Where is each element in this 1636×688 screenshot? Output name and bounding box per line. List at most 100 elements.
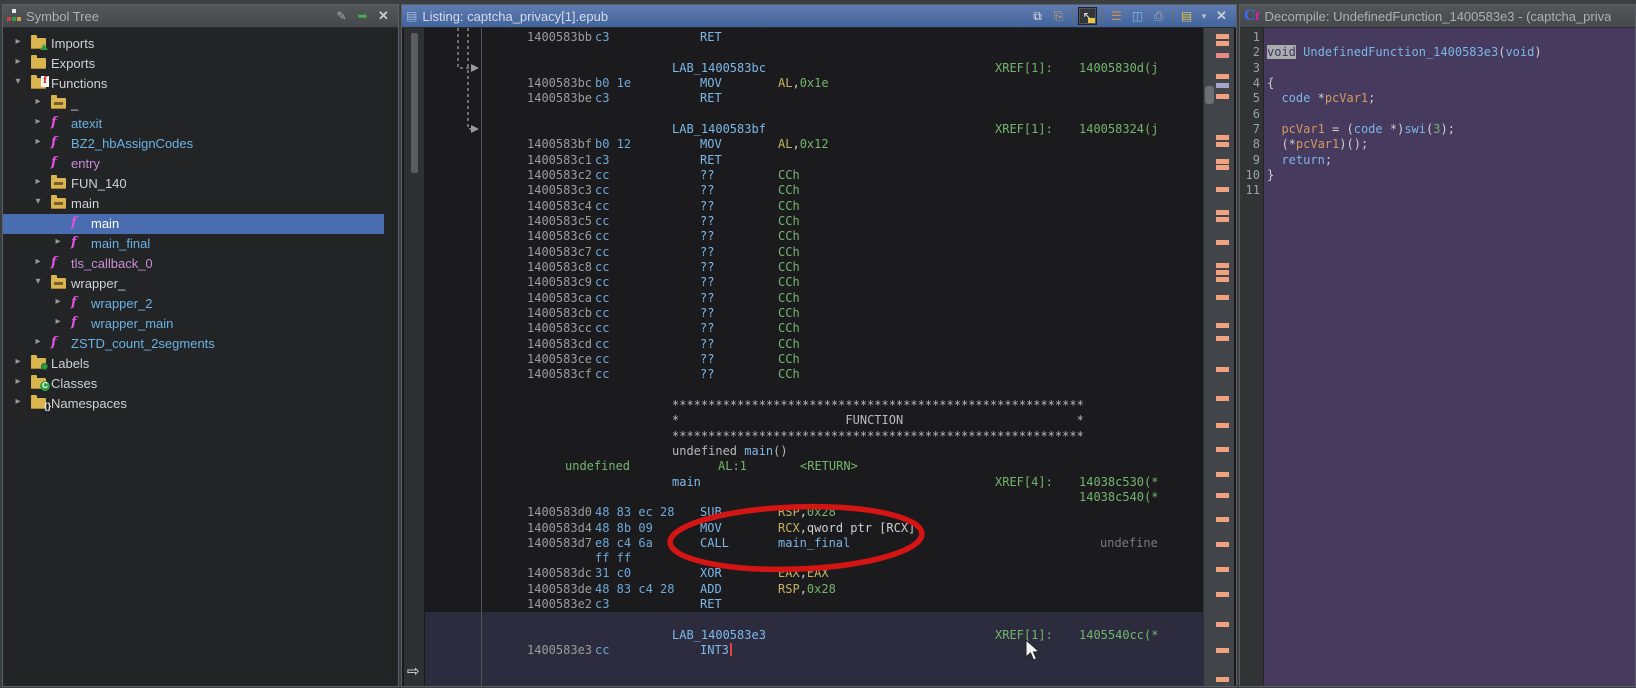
listing-row[interactable] [425,107,1203,122]
tree-item-atexit[interactable]: ▸fatexit [3,114,398,134]
snapshot-icon[interactable]: ⎙ [1150,8,1167,24]
xref-address[interactable]: 140058324(j [1079,122,1158,137]
chevron-down-icon[interactable]: ▾ [31,196,45,207]
marker[interactable] [1216,94,1229,99]
listing-row[interactable]: LAB_1400583e3XREF[1]:1405540cc(* [425,628,1203,643]
dropdown-caret-icon[interactable]: ▾ [1199,8,1209,24]
listing-row[interactable]: 1400583c8cc??CCh [425,260,1203,275]
xref-address[interactable]: 14038c530(* [1079,475,1158,490]
fields-icon[interactable]: ☰ [1108,8,1125,24]
marker[interactable] [1216,74,1229,79]
listing-row[interactable]: ff ff [425,551,1203,566]
listing-row[interactable]: 1400583de48 83 c4 28ADDRSP,0x28 [425,582,1203,597]
listing-row[interactable]: 1400583d448 8b 09MOVRCX,qword ptr [RCX] [425,521,1203,536]
decompile-line[interactable]: { [1264,76,1635,91]
listing-row[interactable]: 1400583bec3RET [425,91,1203,106]
listing-row[interactable]: 1400583c5cc??CCh [425,214,1203,229]
listing-row[interactable]: 1400583c7cc??CCh [425,245,1203,260]
listing-scrollbar[interactable]: ⇨ [404,28,424,686]
chevron-right-icon[interactable]: ▸ [51,296,65,307]
tree-item-tls_callback_0[interactable]: ▸ftls_callback_0 [3,254,398,274]
listing-row[interactable] [425,383,1203,398]
listing-row[interactable]: undefined main() [425,444,1203,459]
decompile-line[interactable] [1264,30,1635,45]
marker[interactable] [1216,517,1229,522]
chevron-right-icon[interactable]: ▸ [31,336,45,347]
decompile-line[interactable] [1264,107,1635,122]
chevron-right-icon[interactable]: ▸ [11,56,25,67]
tree-item-Imports[interactable]: ▸Imports [3,34,398,54]
listing-row[interactable]: * FUNCTION * [425,413,1203,428]
edit-listing-fields-icon[interactable]: ▤ [1178,8,1195,24]
marker-scrollbar-thumb[interactable] [1205,86,1214,104]
decompile-line[interactable]: } [1264,168,1635,183]
edit-icon[interactable]: ✎ [333,8,350,24]
marker[interactable] [1216,447,1229,452]
listing-row[interactable]: 1400583bcb0 1eMOVAL,0x1e [425,76,1203,91]
tree-item-main[interactable]: ▾main [3,194,398,214]
marker[interactable] [1216,336,1229,341]
listing-row[interactable]: mainXREF[4]:14038c530(* [425,475,1203,490]
marker[interactable] [1216,493,1229,498]
tree-item-Labels[interactable]: ▸Labels [3,354,398,374]
marker[interactable] [1216,396,1229,401]
chevron-down-icon[interactable]: ▾ [31,276,45,287]
marker[interactable] [1216,542,1229,547]
listing-row[interactable]: 1400583cfcc??CCh [425,367,1203,382]
listing-row[interactable]: ****************************************… [425,398,1203,413]
tree-item-Namespaces[interactable]: ▸{}Namespaces [3,394,398,414]
chevron-right-icon[interactable]: ▸ [31,176,45,187]
marker[interactable] [1216,295,1229,300]
chevron-right-icon[interactable]: ▸ [31,136,45,147]
listing-row[interactable] [425,45,1203,60]
marker[interactable] [1216,270,1229,275]
paste-icon[interactable]: ⎘ [1050,8,1067,24]
chevron-right-icon[interactable]: ▸ [11,36,25,47]
marker[interactable] [1216,41,1229,46]
chevron-right-icon[interactable]: ▸ [31,96,45,107]
listing-marker-margin[interactable] [1203,28,1234,686]
listing-scrollbar-thumb[interactable] [411,33,418,173]
tree-item-wrapper_[interactable]: ▾wrapper_ [3,274,398,294]
tree-item-wrapper_2[interactable]: ▸fwrapper_2 [3,294,398,314]
tree-item-_[interactable]: ▸_ [3,94,398,114]
chevron-right-icon[interactable]: ▸ [11,356,25,367]
marker[interactable] [1216,142,1229,147]
listing-row[interactable]: 1400583d048 83 ec 28SUBRSP,0x28 [425,505,1203,520]
tree-item-ZSTD_count_2segments[interactable]: ▸fZSTD_count_2segments [3,334,398,354]
listing-row[interactable]: 1400583c6cc??CCh [425,229,1203,244]
chevron-down-icon[interactable]: ▾ [11,76,25,87]
copy-icon[interactable]: ⧉ [1029,8,1046,24]
decompile-line[interactable] [1264,183,1635,198]
decompile-line[interactable]: code *pcVar1; [1264,91,1635,106]
marker[interactable] [1216,277,1229,282]
marker[interactable] [1216,263,1229,268]
listing-row[interactable]: 1400583c3cc??CCh [425,183,1203,198]
tree-item-Classes[interactable]: ▸CClasses [3,374,398,394]
chevron-right-icon[interactable]: ▸ [11,396,25,407]
listing-row[interactable]: 1400583cbcc??CCh [425,306,1203,321]
chevron-right-icon[interactable]: ▸ [51,236,65,247]
chevron-right-icon[interactable]: ▸ [11,376,25,387]
listing-row[interactable]: 1400583cecc??CCh [425,352,1203,367]
xref-address[interactable]: 1405540cc(* [1079,628,1158,643]
listing-row[interactable]: 1400583bbc3RET [425,30,1203,45]
marker[interactable] [1216,83,1229,88]
chevron-right-icon[interactable]: ▸ [31,116,45,127]
listing-row[interactable]: 14038c540(* [425,490,1203,505]
listing-row[interactable]: LAB_1400583bfXREF[1]:140058324(j [425,122,1203,137]
xref-address[interactable]: 14005830d(j [1079,61,1158,76]
marker[interactable] [1216,210,1229,215]
marker[interactable] [1216,648,1229,653]
listing-row[interactable]: 1400583d7e8 c4 6aCALLmain_finalundefine [425,536,1203,551]
tree-item-wrapper_main[interactable]: ▸fwrapper_main [3,314,398,334]
listing-row[interactable]: 1400583dc31 c0XOREAX,EAX [425,566,1203,581]
marker[interactable] [1216,472,1229,477]
marker[interactable] [1216,135,1229,140]
listing-row[interactable]: 1400583c4cc??CCh [425,199,1203,214]
xref-address[interactable]: 14038c540(* [1079,490,1158,505]
decompile-line[interactable] [1264,61,1635,76]
listing-row[interactable]: 1400583c2cc??CCh [425,168,1203,183]
marker[interactable] [1216,677,1229,682]
listing-row[interactable] [425,612,1203,627]
